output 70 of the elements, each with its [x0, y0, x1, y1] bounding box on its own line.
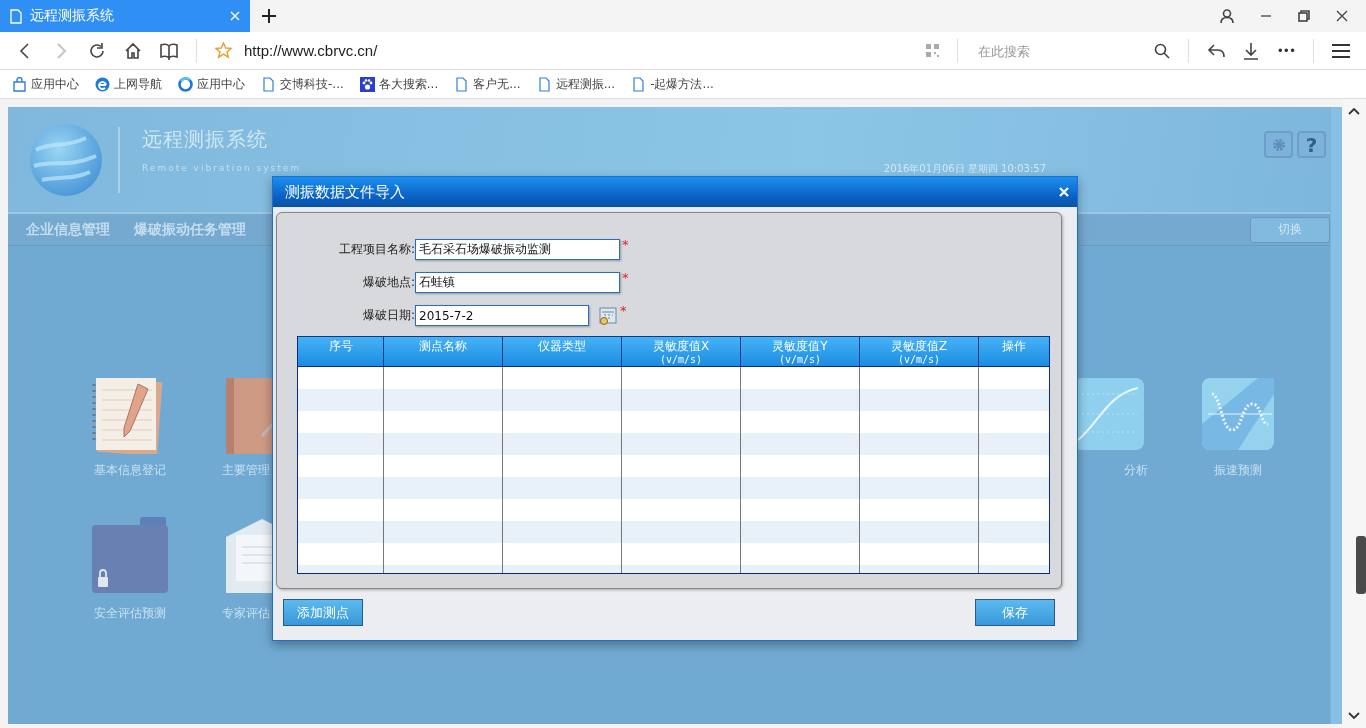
app-scrollbar[interactable]: [1330, 107, 1342, 724]
bookmark-item[interactable]: 上网导航: [95, 75, 162, 93]
home-icon[interactable]: [124, 41, 142, 60]
icon-label[interactable]: 专家评估: [222, 605, 270, 622]
new-tab-icon[interactable]: [262, 9, 276, 23]
input-field[interactable]: 2015-7-2: [415, 305, 589, 326]
page-icon: [536, 76, 552, 92]
dialog-title: 测振数据文件导入: [285, 182, 405, 202]
column-header[interactable]: 测点名称: [384, 337, 503, 366]
date-time: 2016年01月06日 星期四 10:03:57: [883, 162, 1046, 176]
menu-icon[interactable]: [1332, 43, 1350, 58]
bookmark-item[interactable]: 交博科技-...: [261, 75, 344, 93]
column-header[interactable]: 灵敏度值X (v/m/s): [622, 337, 741, 366]
dialog-button[interactable]: 保存: [975, 599, 1055, 626]
input-field[interactable]: 毛石采石场爆破振动监测: [415, 239, 620, 260]
settings-icon: [1270, 136, 1287, 153]
page-icon: [631, 76, 647, 92]
scrollbar-thumb[interactable]: [1356, 536, 1366, 594]
column-header[interactable]: 序号: [298, 337, 384, 366]
nav-item[interactable]: 企业信息管理: [16, 216, 120, 243]
switch-button[interactable]: 切换: [1250, 216, 1330, 243]
dialog-button[interactable]: 添加测点: [283, 599, 363, 626]
page-icon: [10, 8, 22, 24]
paw-icon: [359, 76, 375, 92]
required-mark: *: [622, 239, 629, 251]
field-label: 工程项目名称:: [337, 241, 415, 258]
bookmark-item[interactable]: -起爆方法...: [631, 75, 714, 93]
search-icon[interactable]: [1153, 42, 1170, 59]
reload-icon[interactable]: [88, 41, 106, 60]
icon-label[interactable]: 安全评估预测: [94, 605, 166, 622]
field-label: 爆破地点:: [361, 274, 415, 291]
input-field[interactable]: 石蛙镇: [415, 272, 620, 293]
address-field[interactable]: http://www.cbrvc.cn/: [244, 42, 908, 59]
icon-label[interactable]: 振速预测: [1214, 462, 1262, 479]
bookmark-item[interactable]: 客户无...: [454, 75, 521, 93]
required-mark: *: [622, 272, 629, 284]
calendar-clock-icon[interactable]: [598, 305, 618, 326]
column-header[interactable]: 灵敏度值Z (v/m/s): [860, 337, 979, 366]
ring-icon: [178, 76, 193, 92]
more-button[interactable]: •••: [1276, 43, 1295, 58]
scroll-down-icon[interactable]: [1348, 712, 1360, 720]
bookmark-item[interactable]: 应用中心: [178, 75, 245, 93]
globe-e-icon: [95, 76, 110, 92]
page-icon: [261, 76, 276, 92]
book-icon[interactable]: [160, 41, 178, 60]
user-icon[interactable]: [1220, 9, 1234, 23]
download-icon[interactable]: [1242, 41, 1259, 60]
bookmark-item[interactable]: 远程测振...: [536, 75, 616, 93]
field-label: 爆破日期:: [361, 307, 415, 324]
icon-label[interactable]: 分析: [1124, 462, 1148, 479]
close-icon[interactable]: [1336, 10, 1348, 22]
restore-icon[interactable]: [1298, 10, 1310, 22]
column-header[interactable]: 仪器类型: [503, 337, 622, 366]
app-title: 远程测振系统: [142, 126, 269, 153]
bag-icon: [12, 76, 27, 92]
browser-tab[interactable]: 远程测振系统: [0, 0, 250, 32]
bookmark-item[interactable]: 各大搜索...: [359, 75, 439, 93]
required-mark: *: [620, 305, 627, 317]
nav-item[interactable]: 爆破振动任务管理: [124, 216, 256, 243]
scroll-up-icon[interactable]: [1348, 107, 1360, 115]
reply-arrow-icon[interactable]: [1206, 42, 1225, 59]
help-button[interactable]: ?: [1297, 131, 1326, 158]
column-header[interactable]: 灵敏度值Y (v/m/s): [741, 337, 860, 366]
star-icon[interactable]: [215, 42, 232, 59]
icon-label[interactable]: 主要管理: [222, 462, 270, 479]
bookmark-item[interactable]: 应用中心: [12, 75, 79, 93]
app-subtitle: Remote vibration system: [142, 163, 301, 173]
page-icon: [454, 76, 470, 92]
column-header[interactable]: 操作: [979, 337, 1049, 366]
icon-label[interactable]: 基本信息登记: [94, 462, 166, 479]
